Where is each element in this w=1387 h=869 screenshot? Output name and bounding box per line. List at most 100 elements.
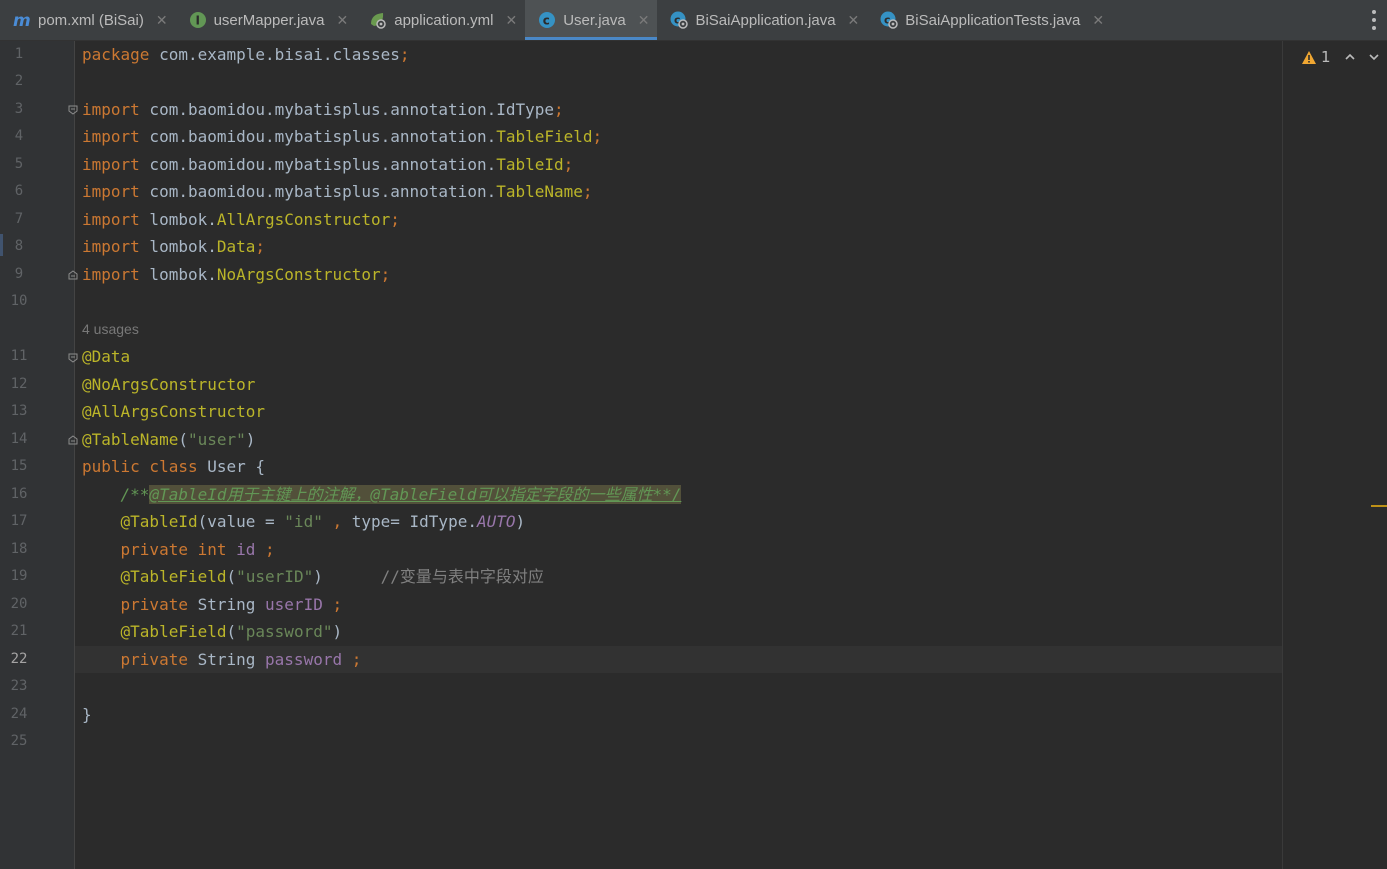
import-path: com.baomidou.mybatisplus.annotation. (139, 155, 497, 174)
close-icon[interactable]: ✕ (335, 12, 351, 29)
code-line-5: import com.baomidou.mybatisplus.annotati… (82, 151, 573, 178)
close-icon[interactable]: ✕ (846, 12, 862, 29)
paren: ( (226, 622, 237, 641)
line-number: 19 (10, 568, 28, 584)
code-line-4: import com.baomidou.mybatisplus.annotati… (82, 123, 602, 150)
yaml-config-icon (368, 10, 388, 30)
code-editor[interactable]: package com.example.bisai.classes; impor… (75, 41, 1282, 869)
tab-label: BiSaiApplicationTests.java (905, 11, 1081, 29)
maven-icon: m (12, 10, 32, 30)
interface-icon: I (188, 10, 208, 30)
code-line-13: @AllArgsConstructor (82, 402, 266, 421)
string-literal: "password" (236, 622, 333, 641)
code-line-17: @TableId(value = "id" , type= IdType.AUT… (82, 508, 526, 535)
line-number: 10 (10, 293, 28, 309)
code-line-6: import com.baomidou.mybatisplus.annotati… (82, 178, 593, 205)
semicolon: ; (265, 540, 275, 559)
import-path: com.baomidou.mybatisplus.annotation. (139, 100, 497, 119)
import-path: lombok. (139, 265, 217, 284)
tab-pom-xml[interactable]: m pom.xml (BiSai) ✕ (0, 0, 176, 40)
line-number: 18 (10, 541, 28, 557)
import-path: com.baomidou.mybatisplus.annotation. (139, 127, 497, 146)
editor-right-margin: 1 (1282, 41, 1387, 869)
chevron-down-icon[interactable] (1367, 50, 1381, 64)
spring-class-icon: c (669, 10, 689, 30)
close-icon[interactable]: ✕ (636, 12, 652, 29)
line-number-gutter[interactable]: 1 2 3 4 5 6 7 8 9 10 11 12 13 14 15 16 1… (0, 41, 78, 869)
type-name: String (187, 595, 266, 614)
semicolon: ; (592, 127, 603, 146)
comma: , (322, 512, 352, 531)
paren: ) (245, 430, 256, 449)
warning-icon (1302, 50, 1316, 64)
line-number: 17 (10, 513, 28, 529)
code-line-22: private String password ; (82, 646, 362, 673)
menu-dot (1372, 26, 1376, 30)
line-number: 5 (14, 156, 24, 172)
annotation: @TableId (120, 512, 198, 531)
code-line-14: @TableName("user") (82, 426, 255, 453)
more-tabs-icon[interactable] (1367, 10, 1381, 30)
tab-bisaiapplication-java[interactable]: c BiSaiApplication.java ✕ (657, 0, 867, 40)
chevron-up-icon[interactable] (1343, 50, 1357, 64)
close-icon[interactable]: ✕ (154, 12, 170, 29)
line-number: 4 (14, 128, 24, 144)
field-name: password (265, 650, 343, 669)
keyword: private (120, 595, 188, 614)
usages-hint[interactable]: 4 usages (82, 316, 139, 343)
semicolon: ; (563, 155, 574, 174)
class-icon: c (537, 10, 557, 30)
code-line-7: import lombok.AllArgsConstructor; (82, 206, 400, 233)
svg-text:c: c (543, 14, 550, 28)
line-number-current: 22 (10, 651, 28, 667)
semicolon: ; (582, 182, 593, 201)
code-line-3: import com.baomidou.mybatisplus.annotati… (82, 96, 564, 123)
import-path: lombok. (139, 210, 217, 229)
doc-comment-start: /** (120, 485, 150, 504)
line-number: 7 (14, 211, 24, 227)
code-line-21: @TableField("password") (82, 618, 343, 645)
warning-stripe-marker[interactable] (1371, 505, 1387, 507)
tab-user-java[interactable]: c User.java ✕ (525, 0, 658, 40)
code-line-16: /**@TableId用于主键上的注解，@TableField可以指定字段的一些… (82, 481, 682, 508)
line-number: 16 (10, 486, 28, 502)
keyword: private (120, 650, 188, 669)
close-icon[interactable]: ✕ (503, 12, 519, 29)
keyword: public (82, 457, 140, 476)
code-text: type= IdType. (351, 512, 477, 531)
semicolon: ; (380, 265, 391, 284)
import-path: lombok. (139, 237, 217, 256)
line-number: 13 (10, 403, 28, 419)
line-number: 6 (14, 183, 24, 199)
tab-label: pom.xml (BiSai) (38, 11, 144, 29)
import-class: IdType (496, 100, 555, 119)
code-text: (value = (197, 512, 285, 531)
line-number: 8 (14, 238, 24, 254)
line-number: 12 (10, 376, 28, 392)
inspection-widget[interactable]: 1 (1301, 48, 1387, 66)
semicolon: ; (390, 210, 400, 229)
keyword: class (139, 457, 198, 476)
tab-label: BiSaiApplication.java (695, 11, 836, 29)
tab-label: application.yml (394, 11, 494, 29)
line-number: 25 (10, 733, 28, 749)
semicolon: ; (554, 100, 564, 119)
keyword: import (82, 182, 140, 201)
keyword: import (82, 155, 140, 174)
tab-bisaiapplicationtests-java[interactable]: c BiSaiApplicationTests.java ✕ (867, 0, 1112, 40)
semicolon: ; (399, 45, 410, 64)
code-line-12: @NoArgsConstructor (82, 375, 256, 394)
line-number: 3 (14, 101, 24, 117)
import-class: NoArgsConstructor (216, 265, 381, 284)
tab-usermapper-java[interactable]: I userMapper.java ✕ (176, 0, 357, 40)
package-name: com.example.bisai.classes (149, 45, 400, 64)
tab-application-yml[interactable]: application.yml ✕ (356, 0, 525, 40)
code-line-9: import lombok.NoArgsConstructor; (82, 261, 390, 288)
type-name: String (187, 650, 266, 669)
keyword: import (82, 265, 140, 284)
paren: ) (332, 622, 343, 641)
close-icon[interactable]: ✕ (1090, 12, 1106, 29)
enum-constant: AUTO (476, 512, 516, 531)
semicolon: ; (342, 650, 362, 669)
code-line-11: @Data (82, 347, 131, 366)
